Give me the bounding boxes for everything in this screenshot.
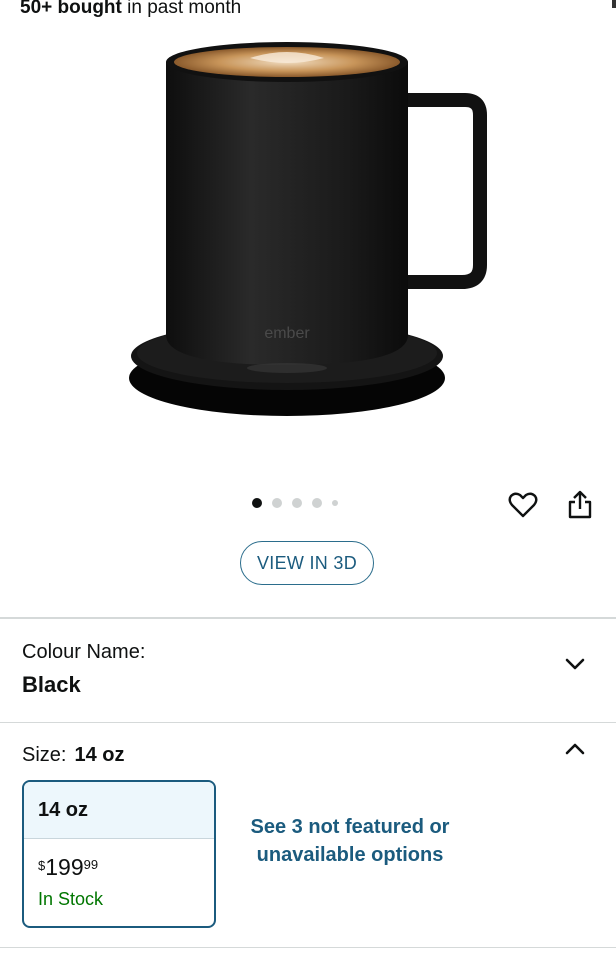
section-divider [0,617,616,619]
scroll-indicator [612,0,616,8]
share-button[interactable] [563,487,597,523]
section-divider [0,947,616,948]
share-icon [568,490,592,519]
carousel-dot[interactable] [272,498,282,508]
size-option-name: 14 oz [24,782,214,839]
see-more-options-link[interactable]: See 3 not featured or unavailable option… [240,813,460,869]
purchase-count: 50+ bought in past month [20,0,242,18]
carousel-dot[interactable] [332,500,338,506]
chevron-up-icon[interactable] [563,737,587,761]
carousel-dot[interactable] [292,498,302,508]
section-divider [0,722,616,723]
price: $199 99 [38,854,99,880]
wishlist-button[interactable] [505,487,541,523]
product-image[interactable]: ember [100,20,500,440]
carousel-dot[interactable] [312,498,322,508]
image-carousel-dots[interactable] [252,497,338,509]
chevron-down-icon[interactable] [563,652,587,676]
view-in-3d-button[interactable]: VIEW IN 3D [240,541,374,585]
carousel-dot[interactable] [252,498,262,508]
colour-value: Black [22,672,81,697]
colour-label: Colour Name: [22,641,146,663]
stock-status: In Stock [38,889,104,909]
size-option-card[interactable]: 14 oz $199 99 In Stock [22,780,216,928]
size-label: Size: 14 oz [22,744,125,766]
size-selected-value: 14 oz [74,744,125,766]
heart-icon [508,492,538,518]
brand-logo: ember [264,325,310,342]
